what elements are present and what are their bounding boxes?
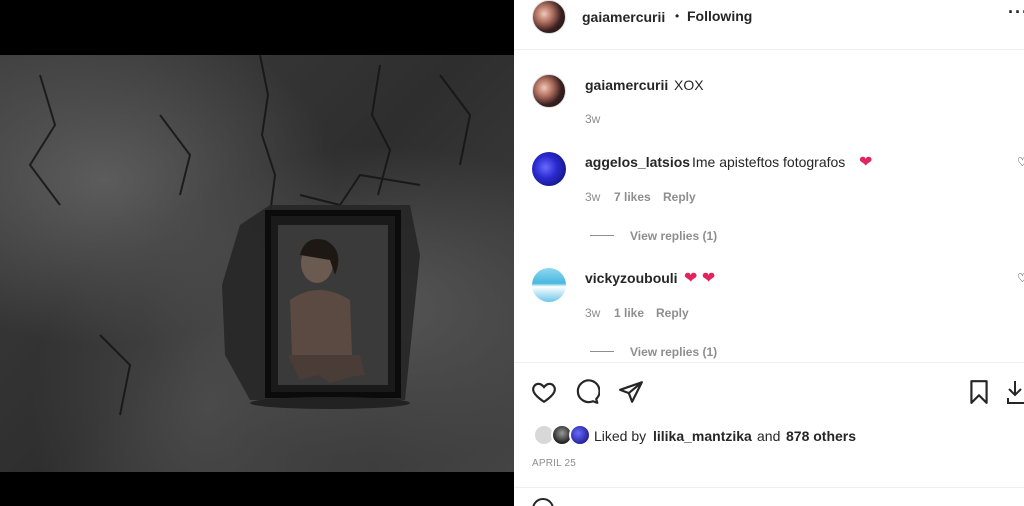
add-comment-bar (514, 487, 1024, 506)
comment-icon[interactable] (574, 379, 600, 405)
liked-by-user[interactable]: lilika_mantzika (653, 428, 752, 444)
view-replies-label: View replies (1) (630, 229, 718, 243)
view-replies-label: View replies (1) (630, 345, 718, 359)
comment-likes[interactable]: 1 like (614, 306, 644, 320)
comments-section: gaiamercurii XOX 3w aggelos_latsios Ime … (514, 50, 1024, 362)
liked-by-and: and (757, 428, 781, 444)
comment-avatar[interactable] (532, 152, 566, 186)
post-date[interactable]: APRIL 25 (532, 458, 576, 469)
caption-age[interactable]: 3w (585, 112, 600, 126)
likes-count[interactable]: 878 others (786, 428, 856, 444)
view-replies-button[interactable]: View replies (1) (590, 227, 717, 245)
post-header: gaiamercurii • Following ··· (514, 0, 1024, 50)
comment-age[interactable]: 3w (585, 190, 600, 204)
liked-by-prefix: Liked by (594, 428, 647, 444)
author-username[interactable]: gaiamercurii (582, 9, 665, 25)
comment-likes[interactable]: 7 likes (614, 190, 651, 204)
comment-like-heart-icon[interactable]: ♡ (1017, 271, 1024, 285)
post-panel: gaiamercurii • Following ··· gaiamercuri… (514, 0, 1024, 506)
comment-age[interactable]: 3w (585, 306, 600, 320)
reply-button[interactable]: Reply (656, 306, 689, 320)
heart-icon[interactable] (531, 379, 557, 405)
bookmark-icon[interactable] (966, 379, 992, 405)
red-heart-emoji: ❤ ❤ (684, 270, 716, 287)
reply-button[interactable]: Reply (663, 190, 696, 204)
view-replies-button[interactable]: View replies (1) (590, 343, 717, 361)
post-image[interactable] (0, 55, 514, 472)
liker-avatar[interactable] (569, 424, 591, 446)
more-horizontal-icon[interactable]: ··· (1008, 2, 1024, 23)
caption-username[interactable]: gaiamercurii (585, 77, 668, 93)
comment-username[interactable]: vickyzoubouli (585, 270, 678, 286)
emoji-icon[interactable] (532, 498, 554, 506)
red-heart-emoji: ❤ (859, 154, 873, 171)
wall-photo (28, 55, 472, 416)
post-actions: Liked by lilika_mantzika and 878 others … (514, 362, 1024, 487)
comment-like-heart-icon[interactable]: ♡ (1017, 155, 1024, 169)
caption-avatar[interactable] (532, 74, 566, 108)
comment-username[interactable]: aggelos_latsios (585, 154, 690, 170)
comment-text: Ime apisteftos fotografos (692, 154, 846, 170)
replies-line (590, 351, 614, 353)
share-icon[interactable] (618, 379, 644, 405)
post-media-pane (0, 0, 514, 506)
caption-text: XOX (674, 77, 704, 93)
download-icon[interactable] (1006, 379, 1024, 405)
follow-status-button[interactable]: Following (687, 8, 752, 24)
header-separator: • (675, 9, 680, 23)
replies-line (590, 235, 614, 237)
author-avatar[interactable] (532, 0, 566, 34)
comment-avatar[interactable] (532, 268, 566, 302)
